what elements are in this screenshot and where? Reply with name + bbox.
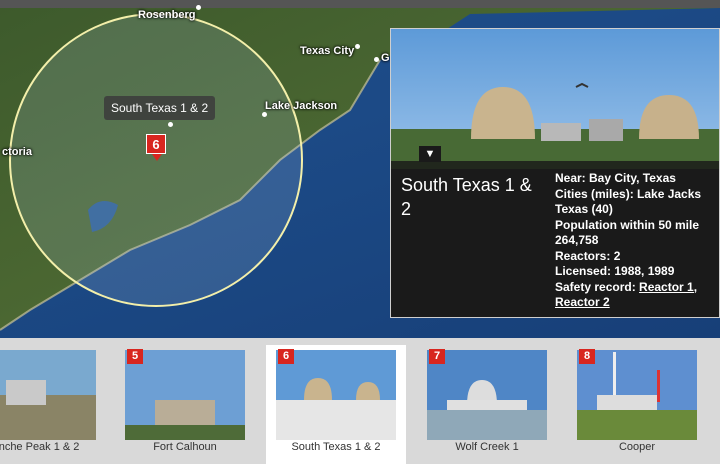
safety-label: Safety record: [555,279,640,294]
thumbnail-caption: anche Peak 1 & 2 [0,441,80,453]
safety-link-reactor-1[interactable]: Reactor 1, [639,280,697,294]
city-label: Lake Jackson [265,100,338,112]
city-label: Rosenberg [138,9,196,21]
fact-cities-cont: Texas (40) [555,202,613,216]
thumbnail-item[interactable]: 7 Wolf Creek 1 [427,345,547,464]
thumbnail-number: 5 [127,349,143,364]
thumbnail-image[interactable] [276,350,396,440]
fact-licensed: Licensed: 1988, 1989 [555,264,675,278]
thumbnail-caption: Wolf Creek 1 [455,441,519,453]
plant-info-panel: ▼ South Texas 1 & 2 Near: Bay City, Texa… [390,28,720,318]
thumbnail-item[interactable]: anche Peak 1 & 2 [0,345,96,464]
thumbnail-caption: Cooper [618,441,656,453]
thumbnail-image[interactable] [125,350,245,440]
fact-population: Population within 50 mile [555,217,700,232]
thumbnail-caption: South Texas 1 & 2 [291,441,381,453]
site-tooltip: South Texas 1 & 2 [104,96,216,120]
thumbnail-number: 8 [579,349,595,364]
thumbnail-image[interactable] [577,350,697,440]
plant-facts: Near: Bay City, Texas Cities (miles): La… [555,171,719,311]
thumbnail-image[interactable] [427,350,547,440]
collapse-chevron-icon[interactable]: ▼ [419,146,441,162]
thumbnail-number: 7 [429,349,445,364]
thumbnail-image[interactable] [0,350,96,440]
thumbnail-item[interactable]: 5 Fort Calhoun [125,345,245,464]
fact-reactors: Reactors: 2 [555,248,621,263]
thumbnail-number: 6 [278,349,294,364]
plant-marker[interactable]: 6 [146,134,166,161]
fact-safety: Safety record: Reactor 1, [555,279,719,296]
plant-name: South Texas 1 & 2 [401,175,532,219]
city-label: ctoria [2,146,32,158]
thumbnail-item-active[interactable]: 6 South Texas 1 & 2 [266,345,406,464]
city-label: Texas City [300,45,355,57]
thumbnail-caption: Fort Calhoun [153,441,217,453]
fact-near: Near: Bay City, Texas [555,171,676,185]
safety-link-reactor-2[interactable]: Reactor 2 [555,295,610,309]
fact-cities: Cities (miles): Lake Jacks [555,186,702,201]
city-label: G [381,52,390,64]
fact-population-value: 264,758 [555,233,599,247]
thumbnail-item[interactable]: 8 Cooper [577,345,697,464]
